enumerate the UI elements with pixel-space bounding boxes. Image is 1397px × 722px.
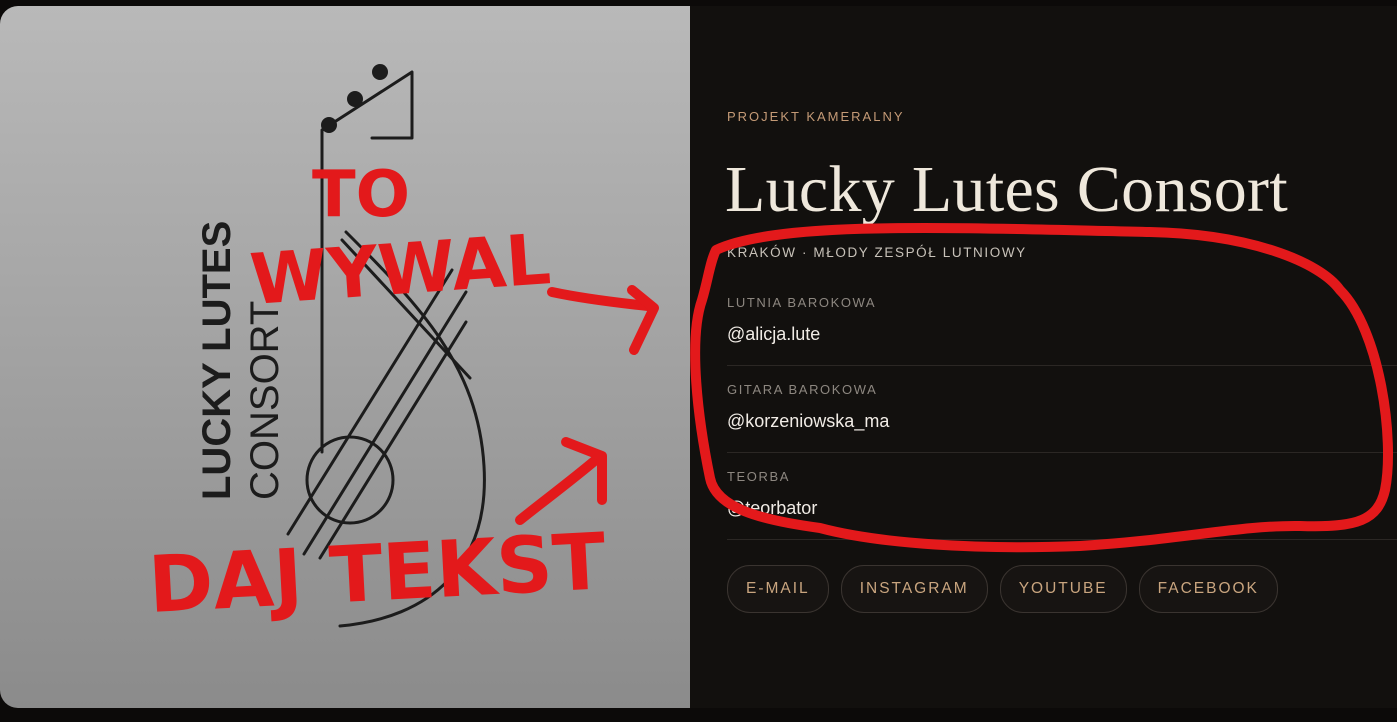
logo-wordmark-bold: LUCKY LUTES	[195, 221, 239, 500]
member-list: LUTNIA BAROKOWA @alicja.lute GITARA BARO…	[727, 279, 1397, 540]
member-role: LUTNIA BAROKOWA	[727, 295, 877, 310]
subtitle: KRAKÓW · MŁODY ZESPÓŁ LUTNIOWY	[727, 245, 1027, 260]
logo-wordmark-light: CONSORT	[243, 301, 287, 500]
member-handle-link[interactable]: @teorbator	[727, 498, 817, 519]
lute-string-a	[340, 238, 472, 380]
member-row: TEORBA @teorbator	[727, 453, 1397, 540]
lute-pegbox-outline	[320, 70, 414, 190]
member-handle-link[interactable]: @korzeniowska_ma	[727, 411, 889, 432]
member-role: TEORBA	[727, 469, 791, 484]
eyebrow-label: PROJEKT KAMERALNY	[727, 109, 905, 124]
facebook-button[interactable]: FACEBOOK	[1138, 565, 1278, 613]
lute-string-2	[302, 290, 468, 556]
profile-card: LUCKY LUTES CONSORT PROJEKT KAMERALNY Lu…	[0, 6, 1397, 708]
info-panel: PROJEKT KAMERALNY Lucky Lutes Consort KR…	[690, 6, 1397, 708]
hero-image-panel: LUCKY LUTES CONSORT	[0, 6, 690, 708]
lute-peg-dot-1	[372, 64, 388, 80]
member-row: LUTNIA BAROKOWA @alicja.lute	[727, 279, 1397, 366]
member-handle-link[interactable]: @alicja.lute	[727, 324, 820, 345]
member-role: GITARA BAROKOWA	[727, 382, 878, 397]
member-row: GITARA BAROKOWA @korzeniowska_ma	[727, 366, 1397, 453]
lute-peg-dot-3	[321, 117, 337, 133]
instagram-button[interactable]: INSTAGRAM	[840, 565, 988, 613]
email-button[interactable]: E-MAIL	[727, 565, 829, 613]
lute-peg-dot-2	[347, 91, 363, 107]
page-title: Lucky Lutes Consort	[725, 153, 1288, 226]
lute-string-1	[286, 268, 454, 536]
social-links: E-MAIL INSTAGRAM YOUTUBE FACEBOOK	[727, 565, 1278, 613]
youtube-button[interactable]: YOUTUBE	[999, 565, 1127, 613]
lute-logo-illustration: LUCKY LUTES CONSORT	[195, 64, 486, 628]
lute-body-curve	[338, 230, 486, 628]
